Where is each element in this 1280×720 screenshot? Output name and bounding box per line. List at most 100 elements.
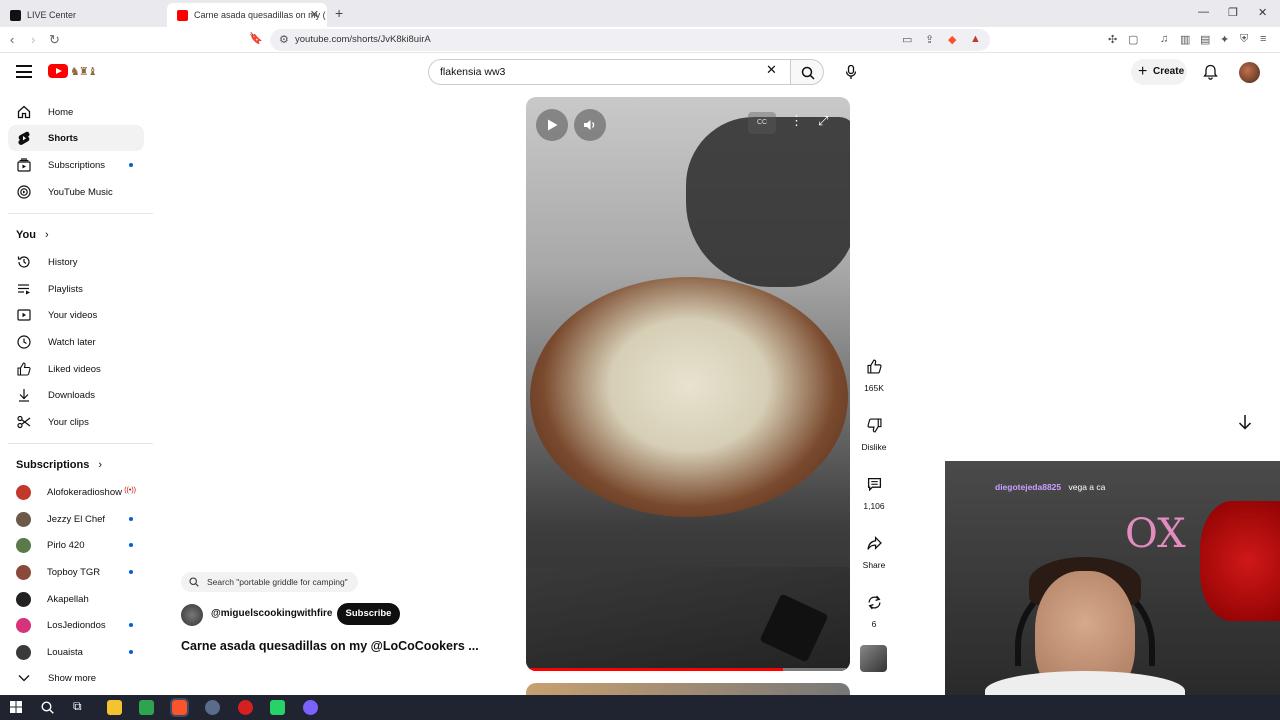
sidebar-channel-akapellah[interactable]: Akapellah <box>8 586 144 612</box>
create-button[interactable]: + Create <box>1131 59 1187 85</box>
sidebar-toggle-icon[interactable]: ▥ <box>1180 33 1190 46</box>
sidebar-item-liked-videos[interactable]: Liked videos <box>8 356 144 382</box>
windows-start-icon[interactable] <box>10 701 22 713</box>
sidebar-item-your-clips[interactable]: Your clips <box>8 409 144 435</box>
sidebar-item-downloads[interactable]: Downloads <box>8 382 144 408</box>
sidebar-channel-losjediondos[interactable]: LosJediondos <box>8 612 144 638</box>
account-avatar[interactable] <box>1239 62 1260 83</box>
related-search-label: Search "portable griddle for camping" <box>207 577 348 587</box>
sidebar-item-subscriptions[interactable]: Subscriptions <box>8 152 144 178</box>
new-tab-icon[interactable]: + <box>335 5 343 21</box>
sidebar-item-history[interactable]: History <box>8 249 144 275</box>
sidebar-channel-topboy-tgr[interactable]: Topboy TGR <box>8 559 144 585</box>
youtube-logo[interactable]: ♞♜♝ <box>48 63 103 79</box>
play-button[interactable] <box>536 109 568 141</box>
sidebar-you-heading[interactable]: You › <box>16 229 49 241</box>
sidebar-show-more[interactable]: Show more <box>8 665 144 691</box>
sidebar-channel-jezzy-el-chef[interactable]: Jezzy El Chef <box>8 506 144 532</box>
leo-ai-icon[interactable]: ✦ <box>1220 33 1229 46</box>
comments-button[interactable] <box>860 470 888 498</box>
brave-rewards-icon[interactable]: ▲ <box>970 33 981 45</box>
sidebar-channel-louaista[interactable]: Louaista <box>8 639 144 665</box>
minimize-icon[interactable]: — <box>1198 6 1209 18</box>
next-short-preview[interactable] <box>526 683 850 695</box>
file-explorer-icon[interactable] <box>107 700 122 715</box>
brave-shields-icon[interactable]: ◆ <box>948 33 956 46</box>
progress-fill <box>530 668 783 671</box>
more-options-icon[interactable]: ⋮ <box>790 113 803 129</box>
sidebar-channel-pirlo-420[interactable]: Pirlo 420 <box>8 532 144 558</box>
share-button[interactable] <box>860 529 888 557</box>
channel-name-link[interactable]: @miguelscookingwithfire <box>211 608 332 619</box>
shorts-video-player[interactable]: CC ⋮ ⤢ <box>526 97 850 671</box>
clear-search-icon[interactable]: ✕ <box>766 62 777 78</box>
close-tab-icon[interactable]: ✕ <box>310 8 319 21</box>
subscribe-button[interactable]: Subscribe <box>337 603 400 625</box>
app-store-icon[interactable] <box>139 700 154 715</box>
captions-button[interactable]: CC <box>748 112 776 134</box>
back-icon[interactable]: ‹ <box>10 32 14 47</box>
site-settings-icon[interactable]: ⚙ <box>279 33 289 46</box>
sidebar-channel-alofokeradioshow[interactable]: Alofokeradioshow ((•)) <box>8 479 144 505</box>
sidebar-item-playlists[interactable]: Playlists <box>8 276 144 302</box>
related-search-chip[interactable]: Search "portable griddle for camping" <box>181 572 358 592</box>
browser-tab-youtube[interactable]: Carne asada quesadillas on my ( ✕ <box>167 3 327 27</box>
guide-sidebar: Home Shorts Subscriptions YouTube Music … <box>0 97 154 695</box>
sidebar-item-home[interactable]: Home <box>8 99 144 125</box>
like-button[interactable] <box>860 352 888 380</box>
fullscreen-icon[interactable]: ⤢ <box>818 113 828 129</box>
os-taskbar: ⧉ <box>0 695 1280 720</box>
messaging-app-icon[interactable] <box>270 700 285 715</box>
share-page-icon[interactable]: ⇪ <box>925 33 934 46</box>
thumbs-up-icon <box>866 358 882 374</box>
mute-button[interactable] <box>574 109 606 141</box>
address-bar[interactable]: youtube.com/shorts/JvK8ki8uirA <box>270 29 990 51</box>
taskbar-search-icon[interactable] <box>41 701 54 714</box>
live-indicator-icon: ((•)) <box>124 487 136 494</box>
recording-app-icon[interactable] <box>238 700 253 715</box>
wallet-icon[interactable]: ▤ <box>1200 33 1210 46</box>
progress-bar[interactable] <box>530 668 846 671</box>
new-content-dot <box>129 570 133 574</box>
sidebar-subscriptions-heading[interactable]: Subscriptions › <box>16 459 102 471</box>
browser-tab-live-center[interactable]: LIVE Center <box>0 3 165 27</box>
channel-avatar[interactable] <box>181 604 203 626</box>
extensions-icon[interactable]: ✣ <box>1108 33 1117 46</box>
like-action: 165K <box>856 352 892 393</box>
tab-search-icon[interactable]: ▢ <box>1128 33 1138 46</box>
voice-search-button[interactable] <box>838 59 864 85</box>
bookmark-icon[interactable]: 🔖 <box>249 32 263 45</box>
dislike-action: Dislike <box>856 411 892 452</box>
sidebar-item-your-videos[interactable]: Your videos <box>8 302 144 328</box>
remix-button[interactable] <box>860 588 888 616</box>
chat-app-icon[interactable] <box>303 700 318 715</box>
reload-icon[interactable]: ↻ <box>49 32 60 48</box>
notifications-bell-icon[interactable] <box>1203 64 1218 80</box>
dislike-button[interactable] <box>860 411 888 439</box>
sidebar-item-shorts[interactable]: Shorts <box>8 125 144 151</box>
arrow-down-icon[interactable] <box>1235 412 1255 432</box>
downloads-icon <box>16 387 32 403</box>
search-button[interactable] <box>790 59 824 85</box>
restore-icon[interactable]: ❐ <box>1228 6 1238 19</box>
task-view-icon[interactable]: ⧉ <box>73 699 82 714</box>
liked-videos-icon <box>16 361 32 377</box>
sound-thumbnail[interactable] <box>860 645 887 672</box>
vpn-icon[interactable]: ⛨ <box>1240 33 1248 46</box>
guide-menu-icon[interactable] <box>16 65 32 78</box>
brave-browser-icon[interactable] <box>170 698 189 717</box>
cast-icon[interactable]: ▭ <box>902 33 912 46</box>
sidebar-item-label: Your videos <box>48 309 98 321</box>
close-window-icon[interactable]: ✕ <box>1258 6 1267 19</box>
media-icon[interactable]: ♫ <box>1160 33 1168 45</box>
video-title[interactable]: Carne asada quesadillas on my @LoCoCooke… <box>181 639 479 653</box>
subscriptions-heading-label: Subscriptions <box>16 459 90 471</box>
browser-toolbar: ‹ › ↻ 🔖 youtube.com/shorts/JvK8ki8uirA ⚙… <box>0 27 1280 53</box>
search-input[interactable]: flakensia ww3 <box>428 59 790 85</box>
obs-icon[interactable] <box>205 700 220 715</box>
sidebar-item-label: Subscriptions <box>48 159 106 171</box>
forward-icon[interactable]: › <box>31 32 35 47</box>
sidebar-item-youtube-music[interactable]: YouTube Music <box>8 179 144 205</box>
menu-icon[interactable]: ≡ <box>1260 33 1266 45</box>
sidebar-item-watch-later[interactable]: Watch later <box>8 329 144 355</box>
